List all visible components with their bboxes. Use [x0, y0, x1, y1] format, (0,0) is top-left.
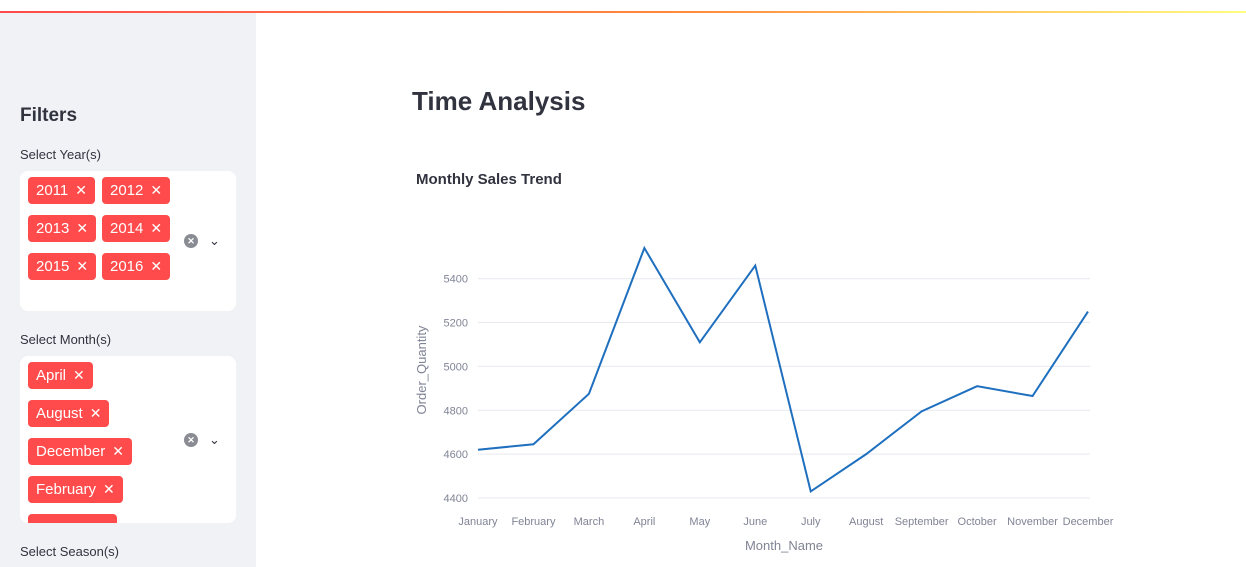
x-tick-label: June [743, 516, 767, 528]
y-tick-label: 4800 [444, 405, 468, 417]
close-icon[interactable]: ✕ [150, 220, 162, 236]
month-tag: August ✕ [28, 400, 110, 427]
close-icon[interactable]: ✕ [73, 367, 85, 383]
close-icon[interactable]: ✕ [76, 220, 88, 236]
y-tick-label: 5200 [444, 318, 468, 330]
series-line [477, 245, 1089, 494]
year-tag: 2016 ✕ [102, 253, 171, 280]
season-filter-label: Select Season(s) [20, 544, 119, 559]
page-title: Time Analysis [412, 86, 586, 116]
month-tag: February ✕ [28, 476, 123, 503]
x-tick-label: October [958, 516, 997, 528]
sidebar-title: Filters [20, 105, 78, 126]
chart-title: Monthly Sales Trend [416, 171, 562, 188]
x-tick-label: November [1007, 516, 1058, 528]
x-tick-label: July [801, 516, 821, 528]
close-icon[interactable]: ✕ [103, 481, 115, 497]
clear-circle-icon[interactable]: ✕ [184, 234, 198, 248]
sidebar: Filters Select Year(s) 2011 ✕ 2012 ✕ 2013 ✕… [0, 13, 256, 567]
year-tag: 2014 ✕ [102, 215, 171, 242]
x-tick-label: April [633, 516, 655, 528]
chevron-down-icon[interactable]: ⌄ [209, 233, 220, 249]
month-filter-label: Select Month(s) [20, 332, 112, 347]
close-icon[interactable]: ✕ [75, 182, 87, 198]
x-tick-label: May [689, 516, 710, 528]
month-tag: April ✕ [28, 362, 93, 389]
close-icon[interactable]: ✕ [150, 258, 162, 274]
year-filter-label: Select Year(s) [20, 147, 101, 162]
x-tick-label: August [849, 516, 883, 528]
year-tag: 2013 ✕ [28, 215, 97, 242]
x-axis-label: Month_Name [745, 538, 823, 553]
y-tick-label: 5400 [444, 274, 468, 286]
y-tick-label: 4400 [444, 493, 468, 505]
x-tick-label: February [511, 516, 556, 528]
month-tag: December ✕ [28, 438, 132, 465]
year-tag: 2012 ✕ [102, 177, 171, 204]
close-icon[interactable]: ✕ [150, 182, 162, 198]
x-tick-label: September [895, 516, 949, 528]
x-tick-label: January [458, 516, 498, 528]
chevron-down-icon[interactable]: ⌄ [209, 432, 220, 448]
close-icon[interactable]: ✕ [90, 405, 102, 421]
y-tick-label: 5000 [444, 361, 468, 373]
clear-circle-icon[interactable]: ✕ [184, 433, 198, 447]
close-icon[interactable]: ✕ [112, 443, 124, 459]
close-icon[interactable]: ✕ [76, 258, 88, 274]
y-axis-label: Order_Quantity [414, 325, 429, 414]
year-tag: 2011 ✕ [28, 177, 95, 204]
y-tick-label: 4600 [444, 449, 468, 461]
month-tag-partial [28, 514, 117, 523]
year-tag: 2015 ✕ [28, 253, 97, 280]
x-tick-label: March [574, 516, 605, 528]
month-multiselect[interactable]: April ✕ August ✕ December ✕ February ✕ ✕ ⌄ [20, 356, 236, 523]
x-tick-label: December [1063, 516, 1114, 528]
year-multiselect[interactable]: 2011 ✕ 2012 ✕ 2013 ✕ 2014 ✕ 2015 ✕ 2016 ✕ ✕ ⌄ [20, 171, 236, 311]
line-chart[interactable]: 4400 4600 4800 5000 5200 5400 January February M… [400, 230, 1140, 560]
